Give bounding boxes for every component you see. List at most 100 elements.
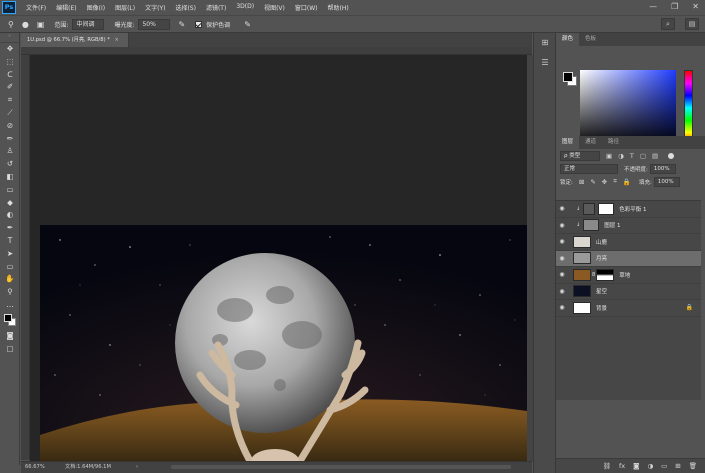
minimize-button[interactable]: — bbox=[649, 2, 657, 11]
tab-swatches[interactable]: 色板 bbox=[579, 33, 602, 46]
properties-panel-icon[interactable]: ☰ bbox=[534, 53, 556, 73]
gradient-icon[interactable]: ▭ bbox=[0, 184, 20, 197]
eye-icon[interactable]: ◉ bbox=[556, 304, 568, 311]
marquee-icon[interactable]: ⬚ bbox=[0, 56, 20, 69]
adjustment-layer-icon[interactable]: ◑ bbox=[647, 462, 653, 470]
menu-view[interactable]: 视图(V) bbox=[264, 3, 285, 12]
eye-icon[interactable]: ◉ bbox=[556, 205, 568, 212]
layer-row[interactable]: ◉ ↓ 图层 1 bbox=[556, 218, 701, 234]
new-group-icon[interactable]: ▭ bbox=[661, 462, 667, 470]
zoom-level[interactable]: 66.67% bbox=[25, 462, 45, 473]
tab-layers[interactable]: 图层 bbox=[556, 136, 580, 149]
dodge-tool-icon[interactable]: ⚲ bbox=[8, 20, 14, 29]
history-brush-icon[interactable]: ↺ bbox=[0, 158, 20, 171]
stamp-icon[interactable]: ♙ bbox=[0, 145, 20, 158]
menu-window[interactable]: 窗口(W) bbox=[295, 3, 318, 12]
brush-icon[interactable]: ✏ bbox=[0, 133, 20, 146]
menu-select[interactable]: 选择(S) bbox=[175, 3, 196, 12]
menu-type[interactable]: 文字(Y) bbox=[145, 3, 165, 12]
document-canvas[interactable] bbox=[40, 225, 527, 461]
history-panel-icon[interactable]: ⊞ bbox=[534, 33, 556, 53]
layer-row-selected[interactable]: ◉ 月亮 bbox=[556, 250, 701, 267]
filter-adjustment-icon[interactable]: ◑ bbox=[618, 152, 624, 160]
color-picker-field[interactable] bbox=[580, 70, 676, 146]
lock-image-icon[interactable]: ✎ bbox=[590, 178, 595, 186]
dodge-icon[interactable]: ◐ bbox=[0, 209, 20, 222]
foreground-color-swatch[interactable] bbox=[4, 313, 12, 322]
eye-icon[interactable]: ◉ bbox=[556, 288, 568, 295]
menu-image[interactable]: 图像(I) bbox=[87, 3, 105, 12]
new-layer-icon[interactable]: ⊞ bbox=[675, 462, 680, 470]
eye-icon[interactable]: ◉ bbox=[556, 222, 568, 229]
rectangle-icon[interactable]: ▭ bbox=[0, 261, 20, 274]
lock-all-icon[interactable]: 🔒 bbox=[623, 178, 631, 186]
filter-type-icon[interactable]: T bbox=[630, 152, 634, 160]
filter-shape-icon[interactable]: ▢ bbox=[640, 152, 646, 160]
range-select[interactable]: 中间调 bbox=[72, 18, 105, 30]
path-select-icon[interactable]: ➤ bbox=[0, 248, 20, 261]
layer-style-icon[interactable]: fx bbox=[619, 462, 625, 470]
restore-button[interactable]: ❐ bbox=[671, 2, 678, 11]
color-swatches[interactable] bbox=[0, 312, 20, 330]
brush-preset-icon[interactable]: ● bbox=[22, 20, 29, 29]
menu-3d[interactable]: 3D(D) bbox=[236, 3, 254, 12]
brush-panel-icon[interactable]: ▣ bbox=[37, 20, 45, 29]
menu-layer[interactable]: 图层(L) bbox=[115, 3, 135, 12]
airbrush-icon[interactable]: ✎ bbox=[178, 20, 185, 29]
mask-link-icon[interactable]: 8 bbox=[592, 272, 595, 278]
fill-input[interactable]: 100% bbox=[653, 176, 680, 187]
blur-icon[interactable]: ◆ bbox=[0, 197, 20, 210]
tab-color[interactable]: 颜色 bbox=[556, 33, 580, 46]
protect-tones-checkbox[interactable] bbox=[195, 20, 203, 28]
link-layers-icon[interactable]: ⛓ bbox=[603, 462, 611, 470]
search-icon[interactable]: ⌕ bbox=[661, 18, 675, 30]
quick-select-icon[interactable]: ✐ bbox=[0, 81, 20, 94]
lock-position-icon[interactable]: ✥ bbox=[602, 178, 607, 186]
eyedropper-icon[interactable]: ⟋ bbox=[0, 107, 20, 120]
horizontal-scrollbar[interactable] bbox=[171, 465, 511, 469]
filter-smart-icon[interactable]: ▤ bbox=[652, 152, 658, 160]
filter-toggle[interactable] bbox=[668, 152, 675, 159]
blend-mode-select[interactable]: 正常 bbox=[560, 163, 618, 174]
toolbar-grip[interactable]: » bbox=[0, 33, 19, 43]
tab-paths[interactable]: 路径 bbox=[602, 136, 625, 149]
layer-row[interactable]: ◉ 星空 bbox=[556, 284, 701, 300]
status-menu-arrow[interactable]: › bbox=[136, 462, 138, 473]
tab-channels[interactable]: 通道 bbox=[579, 136, 602, 149]
hand-icon[interactable]: ✋ bbox=[0, 273, 20, 286]
pen-icon[interactable]: ✒ bbox=[0, 222, 20, 235]
eye-icon[interactable]: ◉ bbox=[556, 271, 568, 278]
eye-icon[interactable]: ◉ bbox=[556, 238, 568, 245]
crop-icon[interactable]: ⌗ bbox=[0, 94, 20, 107]
document-tab[interactable]: 1U.psd @ 66.7% (月亮, RGB/8) * × bbox=[21, 33, 129, 47]
hue-slider[interactable] bbox=[684, 70, 693, 146]
opacity-input[interactable]: 100% bbox=[649, 163, 676, 174]
pressure-icon[interactable]: ✎ bbox=[244, 20, 251, 29]
delete-layer-icon[interactable]: 🗑 bbox=[689, 462, 697, 470]
eye-icon[interactable]: ◉ bbox=[556, 255, 568, 262]
layer-row[interactable]: ◉ 8 草地 bbox=[556, 267, 701, 284]
zoom-icon[interactable]: ⚲ bbox=[0, 286, 20, 299]
move-icon[interactable]: ✥ bbox=[0, 43, 20, 56]
eraser-icon[interactable]: ◧ bbox=[0, 171, 20, 184]
edit-toolbar-icon[interactable]: … bbox=[0, 299, 20, 312]
close-button[interactable]: ✕ bbox=[692, 2, 699, 11]
lasso-icon[interactable]: ᑕ bbox=[0, 69, 20, 82]
lock-transparent-icon[interactable]: ⊠ bbox=[579, 178, 584, 186]
lock-artboard-icon[interactable]: ⌗ bbox=[613, 177, 617, 186]
menu-file[interactable]: 文件(F) bbox=[26, 3, 46, 12]
type-icon[interactable]: T bbox=[0, 235, 20, 248]
close-tab-icon[interactable]: × bbox=[115, 37, 119, 43]
screen-mode-icon[interactable]: ▢ bbox=[0, 343, 20, 356]
filter-pixel-icon[interactable]: ▣ bbox=[606, 152, 612, 160]
exposure-input[interactable]: 50% bbox=[138, 18, 171, 30]
menu-filter[interactable]: 滤镜(T) bbox=[206, 3, 226, 12]
workspace-icon[interactable]: ▤ bbox=[685, 18, 699, 30]
layer-row[interactable]: ◉ ↓ 色彩平衡 1 bbox=[556, 201, 701, 218]
menu-help[interactable]: 帮助(H) bbox=[328, 3, 349, 12]
layer-filter-select[interactable]: ρ 类型 bbox=[560, 150, 600, 161]
healing-icon[interactable]: ⊘ bbox=[0, 120, 20, 133]
add-mask-icon[interactable]: ◙ bbox=[633, 462, 639, 470]
color-panel-foreground[interactable] bbox=[563, 72, 573, 82]
quick-mask-icon[interactable]: ◙ bbox=[0, 330, 20, 343]
